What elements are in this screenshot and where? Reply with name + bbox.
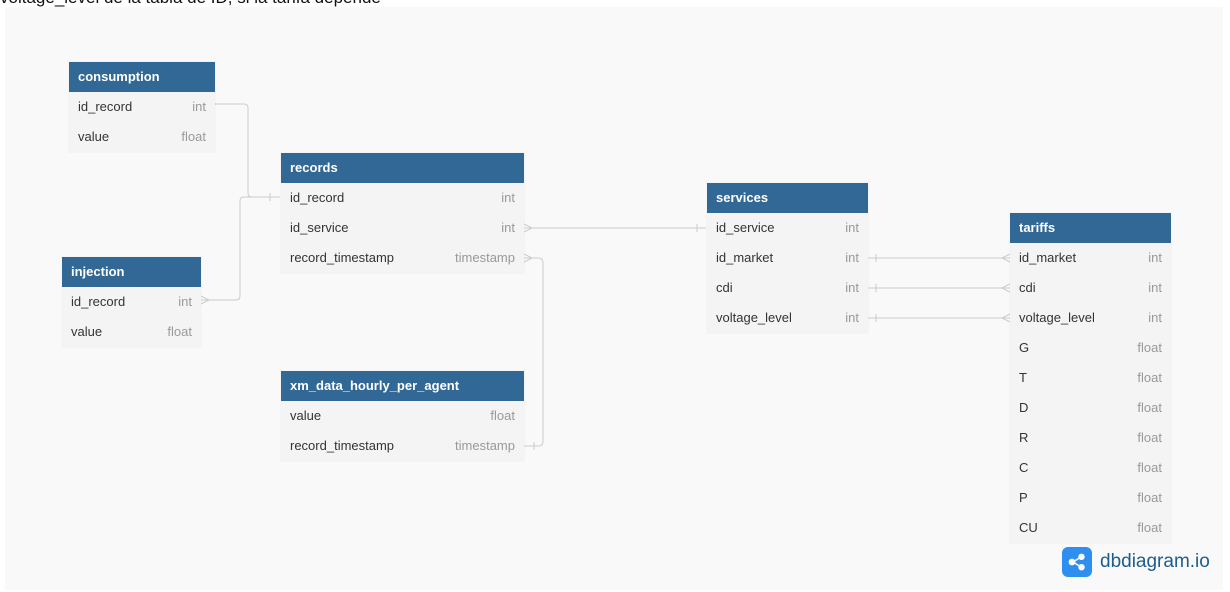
column-type: timestamp [455, 250, 515, 265]
column-name: value [71, 324, 103, 339]
table-row[interactable]: value float [69, 122, 215, 152]
table-row[interactable]: record_timestamp timestamp [281, 243, 524, 273]
column-type: float [181, 129, 206, 144]
table-row[interactable]: id_market int [707, 243, 868, 273]
column-name: P [1019, 490, 1028, 505]
column-name: value [78, 129, 110, 144]
table-row[interactable]: Dfloat [1010, 393, 1171, 423]
table-row[interactable]: cdi int [1010, 273, 1171, 303]
table-row[interactable]: id_record int [281, 183, 524, 213]
column-name: id_market [1019, 250, 1077, 265]
table-row[interactable]: value float [62, 317, 201, 347]
column-type: float [167, 324, 192, 339]
column-type: float [490, 408, 515, 423]
column-type: int [501, 220, 515, 235]
brand-name: dbdiagram.io [1100, 551, 1210, 572]
column-type: float [1137, 400, 1162, 415]
column-name: CU [1019, 520, 1038, 535]
table-row[interactable]: voltage_level int [707, 303, 868, 333]
column-type: int [845, 250, 859, 265]
column-name: voltage_level [716, 310, 792, 325]
table-row[interactable]: cdi int [707, 273, 868, 303]
column-name: G [1019, 340, 1030, 355]
column-name: value [290, 408, 322, 423]
table-row[interactable]: id_market int [1010, 243, 1171, 273]
column-name: id_record [71, 294, 126, 309]
table-row[interactable]: Pfloat [1010, 483, 1171, 513]
column-name: id_market [716, 250, 774, 265]
column-type: int [1148, 280, 1162, 295]
column-name: id_record [290, 190, 345, 205]
share-icon [1062, 547, 1092, 577]
table-row[interactable]: id_service int [281, 213, 524, 243]
dbdiagram-logo[interactable]: dbdiagram.io [1062, 546, 1210, 578]
table-header[interactable]: services [707, 183, 868, 213]
table-records[interactable]: records id_record int id_service int recor… [281, 153, 524, 273]
column-type: int [1148, 310, 1162, 325]
column-type: int [845, 310, 859, 325]
column-name: R [1019, 430, 1029, 445]
table-header[interactable]: injection [62, 257, 201, 287]
table-tariffs[interactable]: tariffs id_market int cdi int voltage_leve… [1010, 213, 1171, 543]
table-row[interactable]: id_record int [69, 92, 215, 122]
column-type: int [501, 190, 515, 205]
column-name: record_timestamp [290, 250, 395, 265]
column-name: T [1019, 370, 1027, 385]
column-type: float [1137, 340, 1162, 355]
table-header[interactable]: xm_data_hourly_per_agent [281, 371, 524, 401]
table-row[interactable]: Rfloat [1010, 423, 1171, 453]
column-name: id_record [78, 99, 133, 114]
column-name: cdi [716, 280, 733, 295]
column-type: float [1137, 370, 1162, 385]
column-type: float [1137, 520, 1162, 535]
column-name: voltage_level [1019, 310, 1095, 325]
column-name: C [1019, 460, 1029, 475]
table-row[interactable]: id_record int [62, 287, 201, 317]
column-name: id_service [716, 220, 775, 235]
column-type: int [1148, 250, 1162, 265]
table-header[interactable]: consumption [69, 62, 215, 92]
table-row[interactable]: value float [281, 401, 524, 431]
column-type: int [845, 280, 859, 295]
table-injection[interactable]: injection id_record int value float [62, 257, 201, 347]
table-row[interactable]: Cfloat [1010, 453, 1171, 483]
column-type: int [178, 294, 192, 309]
column-name: record_timestamp [290, 438, 395, 453]
table-row[interactable]: record_timestamp timestamp [281, 431, 524, 461]
table-xm-data-hourly-per-agent[interactable]: xm_data_hourly_per_agent value float reco… [281, 371, 524, 461]
column-type: float [1137, 460, 1162, 475]
column-type: float [1137, 430, 1162, 445]
table-row[interactable]: voltage_level int [1010, 303, 1171, 333]
table-row[interactable]: CU float [1010, 513, 1171, 543]
column-type: int [845, 220, 859, 235]
table-header[interactable]: records [281, 153, 524, 183]
table-consumption[interactable]: consumption id_record int value float [69, 62, 215, 152]
column-name: D [1019, 400, 1029, 415]
table-row[interactable]: Tfloat [1010, 363, 1171, 393]
table-services[interactable]: services id_service int id_market int cdi i… [707, 183, 868, 333]
column-type: int [192, 99, 206, 114]
column-name: id_service [290, 220, 349, 235]
table-row[interactable]: id_service int [707, 213, 868, 243]
column-type: timestamp [455, 438, 515, 453]
column-name: cdi [1019, 280, 1036, 295]
table-row[interactable]: Gfloat [1010, 333, 1171, 363]
column-type: float [1137, 490, 1162, 505]
table-header[interactable]: tariffs [1010, 213, 1171, 243]
